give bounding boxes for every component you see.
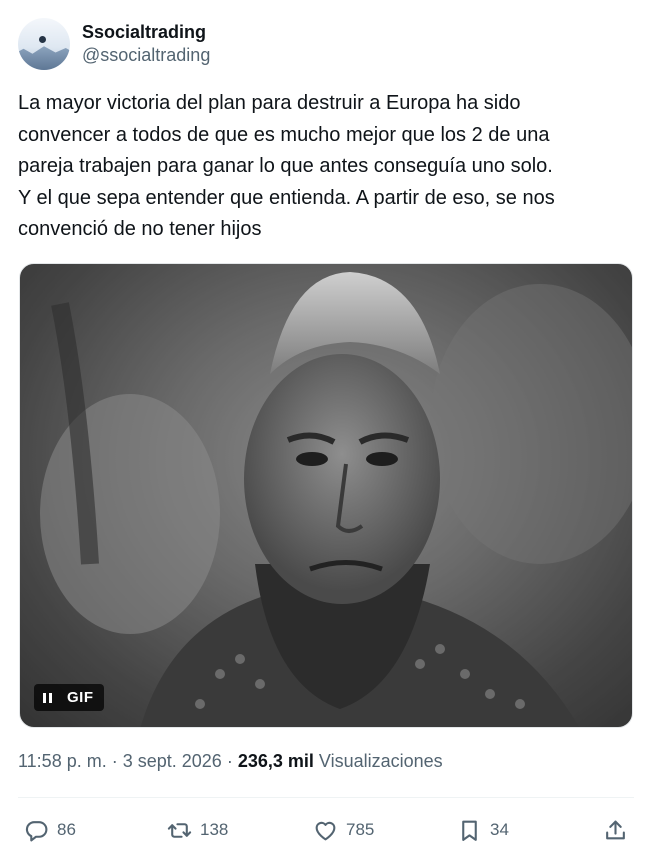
tweet-header: Ssocialtrading @ssocialtrading bbox=[18, 18, 210, 70]
tweet-meta: 11:58 p. m. · 3 sept. 2026 · 236,3 mil V… bbox=[18, 749, 443, 773]
meta-separator: · bbox=[221, 751, 238, 771]
reply-icon bbox=[25, 820, 48, 841]
author-display-name[interactable]: Ssocialtrading bbox=[82, 21, 210, 43]
like-button[interactable]: 785 bbox=[313, 812, 374, 848]
author-handle[interactable]: @ssocialtrading bbox=[82, 43, 210, 67]
divider bbox=[18, 797, 634, 798]
heart-icon bbox=[315, 821, 336, 840]
gif-controls: GIF bbox=[34, 684, 104, 711]
like-count: 785 bbox=[346, 820, 375, 839]
gif-frame-image bbox=[20, 264, 632, 727]
views-count: 236,3 mil bbox=[237, 751, 314, 771]
tweet-date[interactable]: 3 sept. 2026 bbox=[123, 751, 222, 771]
gif-media[interactable]: GIF bbox=[19, 263, 633, 728]
repost-count: 138 bbox=[200, 820, 229, 839]
bookmark-icon bbox=[462, 820, 477, 841]
author-names: Ssocialtrading @ssocialtrading bbox=[82, 21, 210, 67]
avatar[interactable] bbox=[18, 18, 70, 70]
reply-button[interactable]: 86 bbox=[24, 812, 76, 848]
tweet-time[interactable]: 11:58 p. m. bbox=[18, 751, 107, 771]
bookmark-button[interactable]: 34 bbox=[457, 812, 509, 848]
bookmark-count: 34 bbox=[490, 820, 509, 839]
share-icon bbox=[606, 820, 625, 839]
reply-count: 86 bbox=[57, 820, 76, 839]
share-button[interactable] bbox=[603, 812, 628, 848]
action-bar: 86 138 785 34 bbox=[0, 812, 651, 848]
gif-badge: GIF bbox=[67, 689, 94, 706]
pause-icon[interactable] bbox=[34, 684, 61, 711]
repost-icon bbox=[167, 822, 192, 838]
tweet-text: La mayor victoria del plan para destruir… bbox=[18, 92, 555, 240]
views-label: Visualizaciones bbox=[318, 751, 443, 771]
repost-button[interactable]: 138 bbox=[167, 812, 228, 848]
meta-separator: · bbox=[106, 751, 123, 771]
